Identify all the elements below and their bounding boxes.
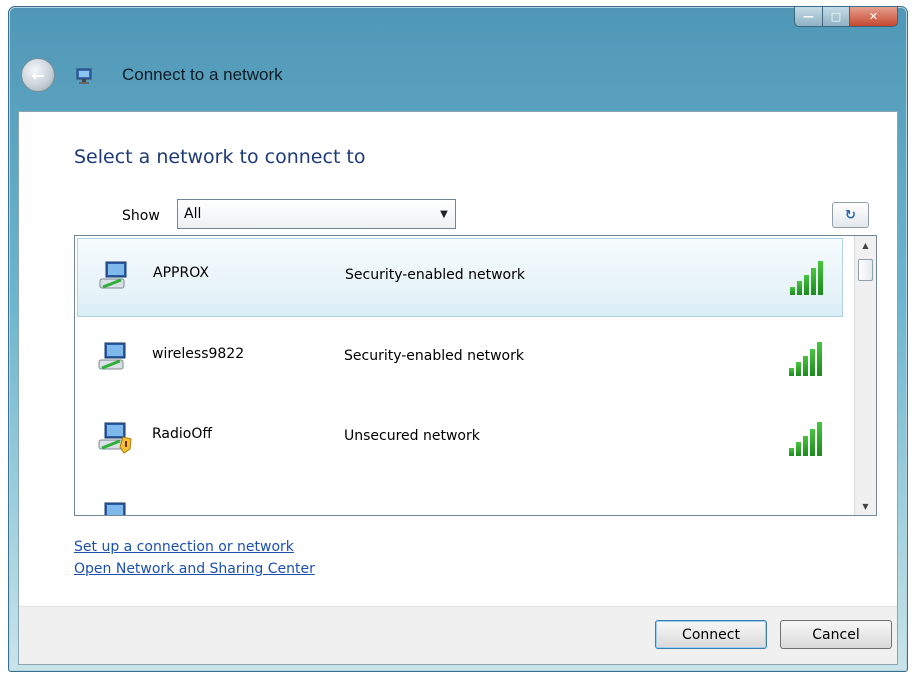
signal-strength-icon bbox=[789, 498, 833, 515]
close-button[interactable]: ✕ bbox=[850, 7, 898, 27]
refresh-icon: ↻ bbox=[845, 207, 856, 223]
scroll-up-icon[interactable]: ▲ bbox=[855, 236, 876, 254]
secured-network-icon bbox=[104, 502, 126, 515]
network-security: Security-enabled network bbox=[344, 348, 524, 364]
network-row-radiooff[interactable]: RadioOff Unsecured network bbox=[77, 400, 843, 479]
network-icon bbox=[76, 68, 92, 84]
connect-button[interactable]: Connect bbox=[655, 620, 767, 649]
signal-strength-icon bbox=[790, 257, 834, 295]
network-row-wireless9822[interactable]: wireless9822 Security-enabled network bbox=[77, 320, 843, 399]
dialog-window: ← Connect to a network — □ ✕ Select a ne… bbox=[8, 6, 908, 672]
scroll-thumb[interactable] bbox=[858, 259, 873, 281]
network-security: Unsecured network bbox=[344, 428, 480, 444]
back-arrow-icon: ← bbox=[31, 65, 45, 85]
minimize-button[interactable]: — bbox=[794, 7, 823, 27]
setup-connection-link[interactable]: Set up a connection or network bbox=[74, 539, 294, 555]
cancel-button[interactable]: Cancel bbox=[780, 620, 892, 649]
dialog-content: Select a network to connect to Show All … bbox=[18, 111, 898, 665]
caption-buttons: — □ ✕ bbox=[794, 7, 898, 27]
signal-bar bbox=[811, 268, 816, 295]
show-filter-value: All bbox=[184, 206, 202, 222]
network-name: wireless9822 bbox=[152, 346, 245, 362]
network-name: RadioOff bbox=[152, 426, 213, 442]
signal-bar bbox=[804, 275, 809, 295]
secured-network-icon bbox=[98, 342, 126, 370]
signal-bar bbox=[796, 442, 801, 456]
signal-bar bbox=[789, 368, 794, 376]
list-scrollbar[interactable]: ▲ ▼ bbox=[854, 236, 876, 515]
signal-bar bbox=[796, 362, 801, 376]
signal-bar bbox=[803, 356, 808, 376]
signal-bar bbox=[818, 261, 823, 295]
title-bar: ← Connect to a network — □ ✕ bbox=[9, 7, 907, 111]
signal-bar bbox=[817, 342, 822, 376]
secured-network-icon bbox=[99, 261, 127, 289]
sharing-center-link[interactable]: Open Network and Sharing Center bbox=[74, 561, 315, 577]
unsecured-network-icon bbox=[98, 422, 132, 454]
network-name: APPROX bbox=[153, 265, 209, 281]
signal-strength-icon bbox=[789, 338, 833, 376]
scroll-down-icon[interactable]: ▼ bbox=[855, 497, 876, 515]
signal-strength-icon bbox=[789, 418, 833, 456]
signal-bar bbox=[817, 422, 822, 456]
network-row-partial[interactable] bbox=[77, 480, 843, 515]
signal-bar bbox=[797, 281, 802, 295]
page-title: Select a network to connect to bbox=[74, 146, 366, 168]
show-filter-select[interactable]: All ▼ bbox=[177, 199, 456, 229]
show-label: Show bbox=[122, 208, 160, 224]
signal-bar bbox=[803, 436, 808, 456]
network-list[interactable]: APPROX Security-enabled network wireless… bbox=[74, 235, 877, 516]
signal-bar bbox=[789, 448, 794, 456]
maximize-button[interactable]: □ bbox=[823, 7, 850, 27]
signal-bar bbox=[790, 287, 795, 295]
refresh-button[interactable]: ↻ bbox=[832, 202, 869, 228]
signal-bar bbox=[810, 349, 815, 376]
chevron-down-icon: ▼ bbox=[440, 208, 448, 220]
close-icon: ✕ bbox=[868, 10, 879, 23]
network-row-approx[interactable]: APPROX Security-enabled network bbox=[77, 238, 843, 317]
window-title: Connect to a network bbox=[122, 65, 283, 84]
back-button[interactable]: ← bbox=[21, 58, 55, 92]
maximize-icon: □ bbox=[830, 10, 842, 23]
signal-bar bbox=[810, 429, 815, 456]
minimize-icon: — bbox=[803, 10, 814, 23]
network-security: Security-enabled network bbox=[345, 267, 525, 283]
button-bar: Connect Cancel bbox=[19, 606, 897, 664]
